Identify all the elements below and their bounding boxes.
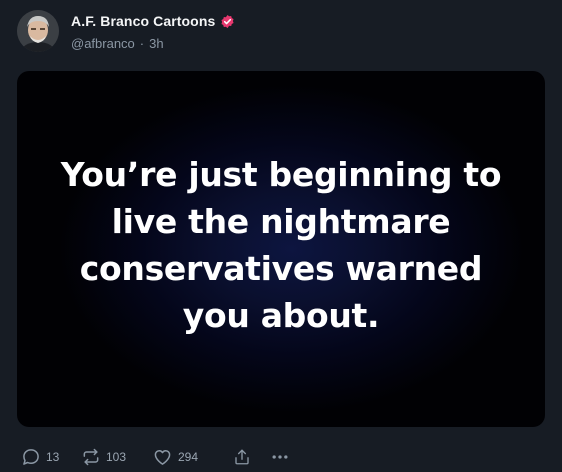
avatar-man-gray-hair — [17, 10, 59, 52]
author-name[interactable]: A.F. Branco Cartoons — [71, 13, 215, 29]
quote-line: conservatives warned — [79, 249, 483, 288]
quote-line: you about. — [182, 296, 380, 335]
like-button[interactable]: 294 — [152, 447, 233, 467]
meta-separator: · — [139, 36, 145, 51]
repost-count: 103 — [106, 450, 127, 464]
verified-badge-icon — [220, 14, 235, 29]
post-time[interactable]: 3h — [149, 36, 163, 51]
post-header: A.F. Branco Cartoons @afbranco · 3h — [71, 12, 235, 51]
share-button[interactable] — [233, 447, 270, 467]
reply-count: 13 — [46, 450, 60, 464]
author-avatar[interactable] — [17, 10, 59, 52]
media-quote-text: You’re just beginning to live the nightm… — [17, 151, 545, 339]
post-meta: @afbranco · 3h — [71, 36, 235, 51]
post-card: A.F. Branco Cartoons @afbranco · 3h You’… — [0, 0, 562, 472]
repost-icon — [81, 447, 101, 467]
post-media-image[interactable]: You’re just beginning to live the nightm… — [17, 71, 545, 427]
repost-button[interactable]: 103 — [81, 447, 152, 467]
author-handle[interactable]: @afbranco — [71, 36, 135, 51]
more-options-button[interactable] — [270, 447, 290, 467]
quote-line: live the nightmare — [111, 202, 451, 241]
heart-icon — [152, 447, 173, 467]
action-bar: 13 103 294 — [21, 446, 290, 468]
share-icon — [233, 447, 251, 467]
quote-line: You’re just beginning to — [60, 155, 502, 194]
reply-button[interactable]: 13 — [21, 447, 81, 467]
more-icon — [270, 447, 290, 467]
like-count: 294 — [178, 450, 199, 464]
author-row: A.F. Branco Cartoons — [71, 12, 235, 30]
reply-icon — [21, 447, 41, 467]
